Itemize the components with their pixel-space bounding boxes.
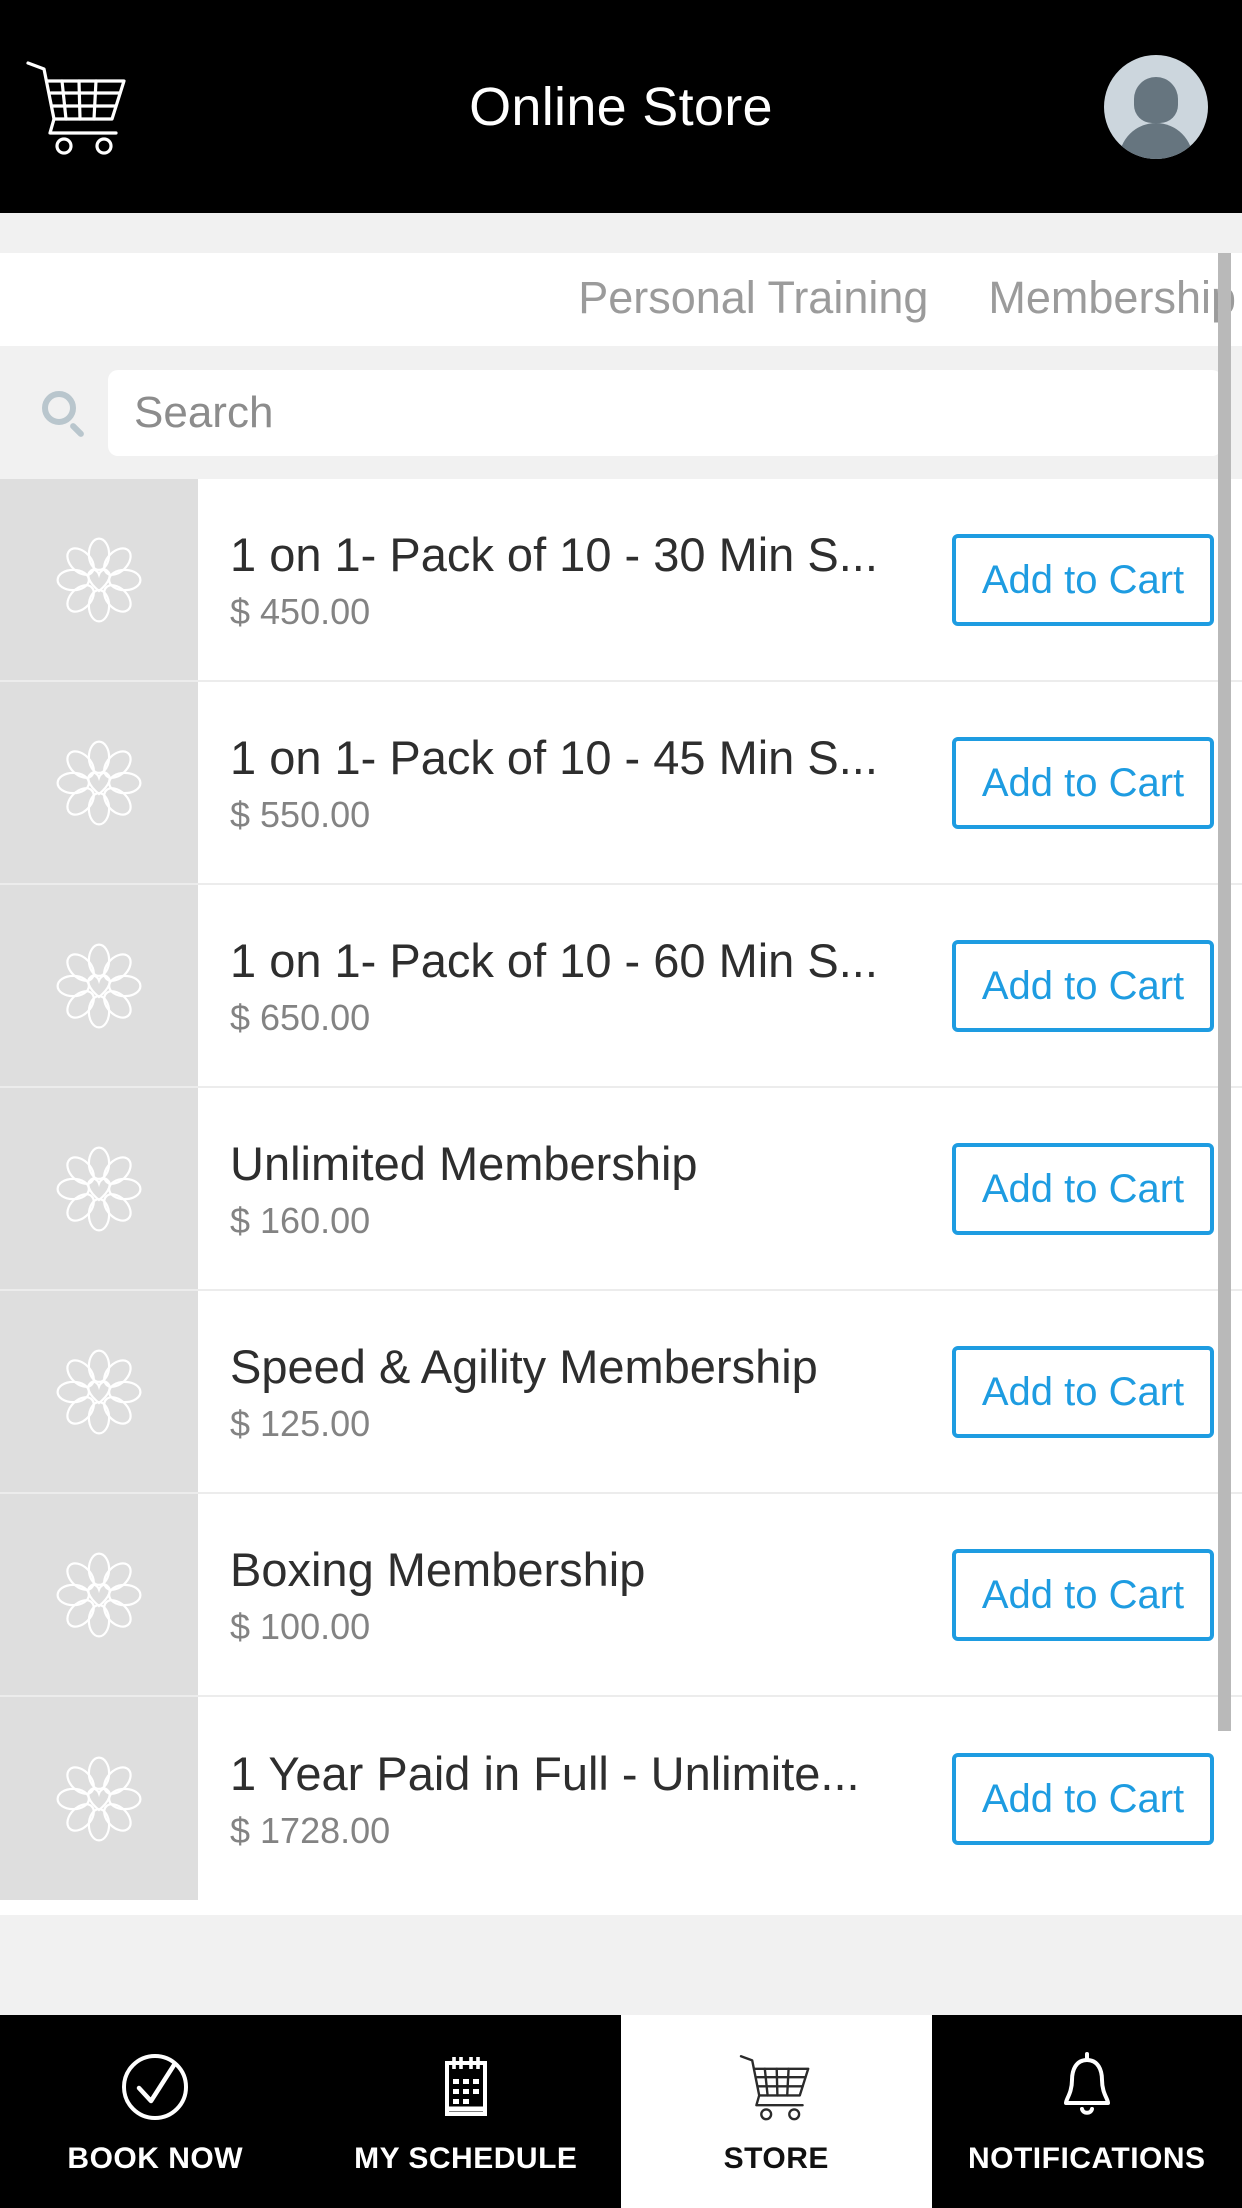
product-action: Add to Cart — [952, 1088, 1242, 1289]
search-icon — [40, 389, 88, 438]
product-action: Add to Cart — [952, 1697, 1242, 1900]
product-name: Unlimited Membership — [230, 1136, 698, 1190]
add-to-cart-button[interactable]: Add to Cart — [952, 1548, 1214, 1641]
header-cart-icon[interactable] — [22, 52, 134, 162]
product-price: $ 125.00 — [230, 1402, 371, 1444]
product-name: Boxing Membership — [230, 1542, 646, 1596]
product-thumbnail — [0, 1494, 198, 1695]
nav-item-my-schedule[interactable]: MY SCHEDULE — [310, 2015, 621, 2208]
table-row[interactable]: 1 on 1- Pack of 10 - 30 Min S... $ 450.0… — [0, 479, 1242, 682]
product-name: 1 on 1- Pack of 10 - 60 Min S... — [230, 933, 878, 987]
nav-label: BOOK NOW — [67, 2141, 244, 2175]
search-bar — [0, 346, 1242, 479]
add-to-cart-button[interactable]: Add to Cart — [952, 939, 1214, 1032]
vertical-scrollbar[interactable] — [1218, 253, 1231, 1731]
product-action: Add to Cart — [952, 1494, 1242, 1695]
tab-personal-training[interactable]: Personal Training — [578, 272, 928, 328]
product-list: 1 on 1- Pack of 10 - 30 Min S... $ 450.0… — [0, 479, 1242, 1915]
add-to-cart-button[interactable]: Add to Cart — [952, 1142, 1214, 1235]
product-price: $ 1728.00 — [230, 1809, 391, 1851]
online-store-screen: Online Store Personal Training Membershi… — [0, 0, 1242, 2208]
add-to-cart-button[interactable]: Add to Cart — [952, 1345, 1214, 1438]
product-info: 1 on 1- Pack of 10 - 30 Min S... $ 450.0… — [198, 479, 952, 680]
product-price: $ 160.00 — [230, 1199, 371, 1241]
table-row[interactable]: 1 Year Paid in Full - Unlimite... $ 1728… — [0, 1697, 1242, 1900]
page-title: Online Store — [469, 76, 773, 137]
search-input[interactable] — [108, 369, 1222, 456]
product-thumbnail — [0, 1291, 198, 1492]
product-thumbnail — [0, 1088, 198, 1289]
product-price: $ 450.00 — [230, 590, 371, 632]
product-name: 1 on 1- Pack of 10 - 45 Min S... — [230, 730, 878, 784]
nav-item-notifications[interactable]: NOTIFICATIONS — [931, 2015, 1242, 2208]
avatar-body — [1119, 122, 1193, 159]
content-filler — [0, 1915, 1242, 2015]
product-thumbnail — [0, 1697, 198, 1900]
nav-label: STORE — [723, 2141, 829, 2175]
product-info: 1 on 1- Pack of 10 - 60 Min S... $ 650.0… — [198, 885, 952, 1086]
table-row[interactable]: Speed & Agility Membership $ 125.00 Add … — [0, 1291, 1242, 1494]
app-header: Online Store — [0, 0, 1242, 213]
product-info: Unlimited Membership $ 160.00 — [198, 1088, 952, 1289]
bottom-navigation: BOOK NOW MY SCHEDULE STORE NOTIFICATIONS — [0, 2015, 1242, 2208]
category-tabs: Personal Training Membership — [0, 253, 1242, 346]
product-price: $ 650.00 — [230, 996, 371, 1038]
product-name: 1 Year Paid in Full - Unlimite... — [230, 1746, 860, 1800]
avatar[interactable] — [1104, 54, 1208, 159]
nav-label: NOTIFICATIONS — [967, 2141, 1206, 2175]
bell-icon — [1048, 2048, 1126, 2126]
table-row[interactable]: 1 on 1- Pack of 10 - 45 Min S... $ 550.0… — [0, 682, 1242, 885]
add-to-cart-button[interactable]: Add to Cart — [952, 736, 1214, 829]
search-icon-ring — [42, 390, 76, 425]
product-thumbnail — [0, 885, 198, 1086]
product-action: Add to Cart — [952, 885, 1242, 1086]
product-thumbnail — [0, 479, 198, 680]
calendar-icon — [427, 2048, 505, 2126]
nav-label: MY SCHEDULE — [354, 2141, 578, 2175]
product-action: Add to Cart — [952, 1291, 1242, 1492]
product-name: 1 on 1- Pack of 10 - 30 Min S... — [230, 527, 878, 581]
product-action: Add to Cart — [952, 682, 1242, 883]
nav-item-book-now[interactable]: BOOK NOW — [0, 2015, 311, 2208]
header-spacer — [0, 213, 1242, 253]
add-to-cart-button[interactable]: Add to Cart — [952, 533, 1214, 626]
product-info: Speed & Agility Membership $ 125.00 — [198, 1291, 952, 1492]
check-circle-icon — [116, 2048, 194, 2126]
product-info: Boxing Membership $ 100.00 — [198, 1494, 952, 1695]
nav-item-store[interactable]: STORE — [621, 2015, 932, 2208]
search-icon-handle — [68, 421, 86, 438]
product-price: $ 550.00 — [230, 793, 371, 835]
shopping-cart-icon — [737, 2048, 815, 2126]
product-thumbnail — [0, 682, 198, 883]
product-price: $ 100.00 — [230, 1605, 371, 1647]
table-row[interactable]: Boxing Membership $ 100.00 Add to Cart — [0, 1494, 1242, 1697]
tab-membership[interactable]: Membership — [988, 272, 1236, 328]
table-row[interactable]: Unlimited Membership $ 160.00 Add to Car… — [0, 1088, 1242, 1291]
product-action: Add to Cart — [952, 479, 1242, 680]
product-name: Speed & Agility Membership — [230, 1339, 818, 1393]
product-info: 1 Year Paid in Full - Unlimite... $ 1728… — [198, 1697, 952, 1900]
product-info: 1 on 1- Pack of 10 - 45 Min S... $ 550.0… — [198, 682, 952, 883]
avatar-head — [1134, 76, 1178, 123]
table-row[interactable]: 1 on 1- Pack of 10 - 60 Min S... $ 650.0… — [0, 885, 1242, 1088]
add-to-cart-button[interactable]: Add to Cart — [952, 1752, 1214, 1845]
